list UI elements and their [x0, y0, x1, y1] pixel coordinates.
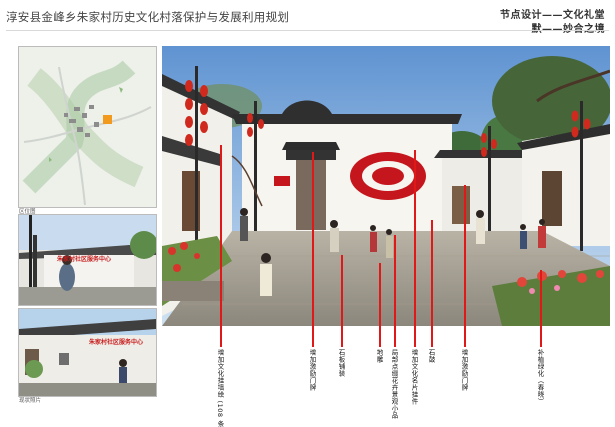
- annotation-label-1: 增加文化挂墙绘 (108 条: [216, 349, 224, 427]
- leader-line-9: [540, 270, 542, 347]
- rendering-drawing: [162, 46, 610, 326]
- annotation-label-9: 补植绿化（春晓）: [536, 349, 544, 405]
- annotation-label-3: 石板铺装: [337, 349, 345, 377]
- leader-line-5: [394, 235, 396, 347]
- annotation-label-4: 地雕: [375, 349, 383, 363]
- leader-line-7: [431, 220, 433, 347]
- photo-caption: 现状照片: [19, 398, 42, 404]
- leader-line-4: [379, 263, 381, 347]
- location-map: [18, 46, 157, 208]
- photo2-sign: 朱家村社区服务中心: [89, 339, 144, 346]
- annotation-label-8: 增加激励门牌: [460, 349, 468, 391]
- leader-line-2: [312, 152, 314, 347]
- location-map-drawing: [19, 47, 156, 207]
- annotation-label-5: 局部点缀花卉景观小品: [390, 349, 398, 419]
- photo1-sign: 朱家村社区服务中心: [57, 256, 112, 263]
- site-marker: [103, 115, 112, 124]
- leader-line-8: [464, 185, 466, 347]
- annotation-label-2: 增加激励门牌: [308, 349, 316, 391]
- section-subtitle: 默——妙合之境: [532, 20, 606, 35]
- section-title: 节点设计——文化礼堂: [500, 10, 605, 21]
- leader-line-3: [341, 255, 343, 347]
- annotation-label-7: 石鼓: [427, 349, 435, 363]
- current-photo-1: 朱家村社区服务中心: [18, 214, 157, 306]
- leader-line-6: [414, 150, 416, 347]
- header-divider: [6, 30, 609, 31]
- leader-line-1: [220, 145, 222, 347]
- main-rendering: [162, 46, 610, 326]
- page-title: 淳安县金峰乡朱家村历史文化村落保护与发展利用规划: [6, 10, 290, 24]
- current-photo-2: 朱家村社区服务中心: [18, 308, 157, 397]
- annotation-label-6: 增加文化名片挂件: [410, 349, 418, 405]
